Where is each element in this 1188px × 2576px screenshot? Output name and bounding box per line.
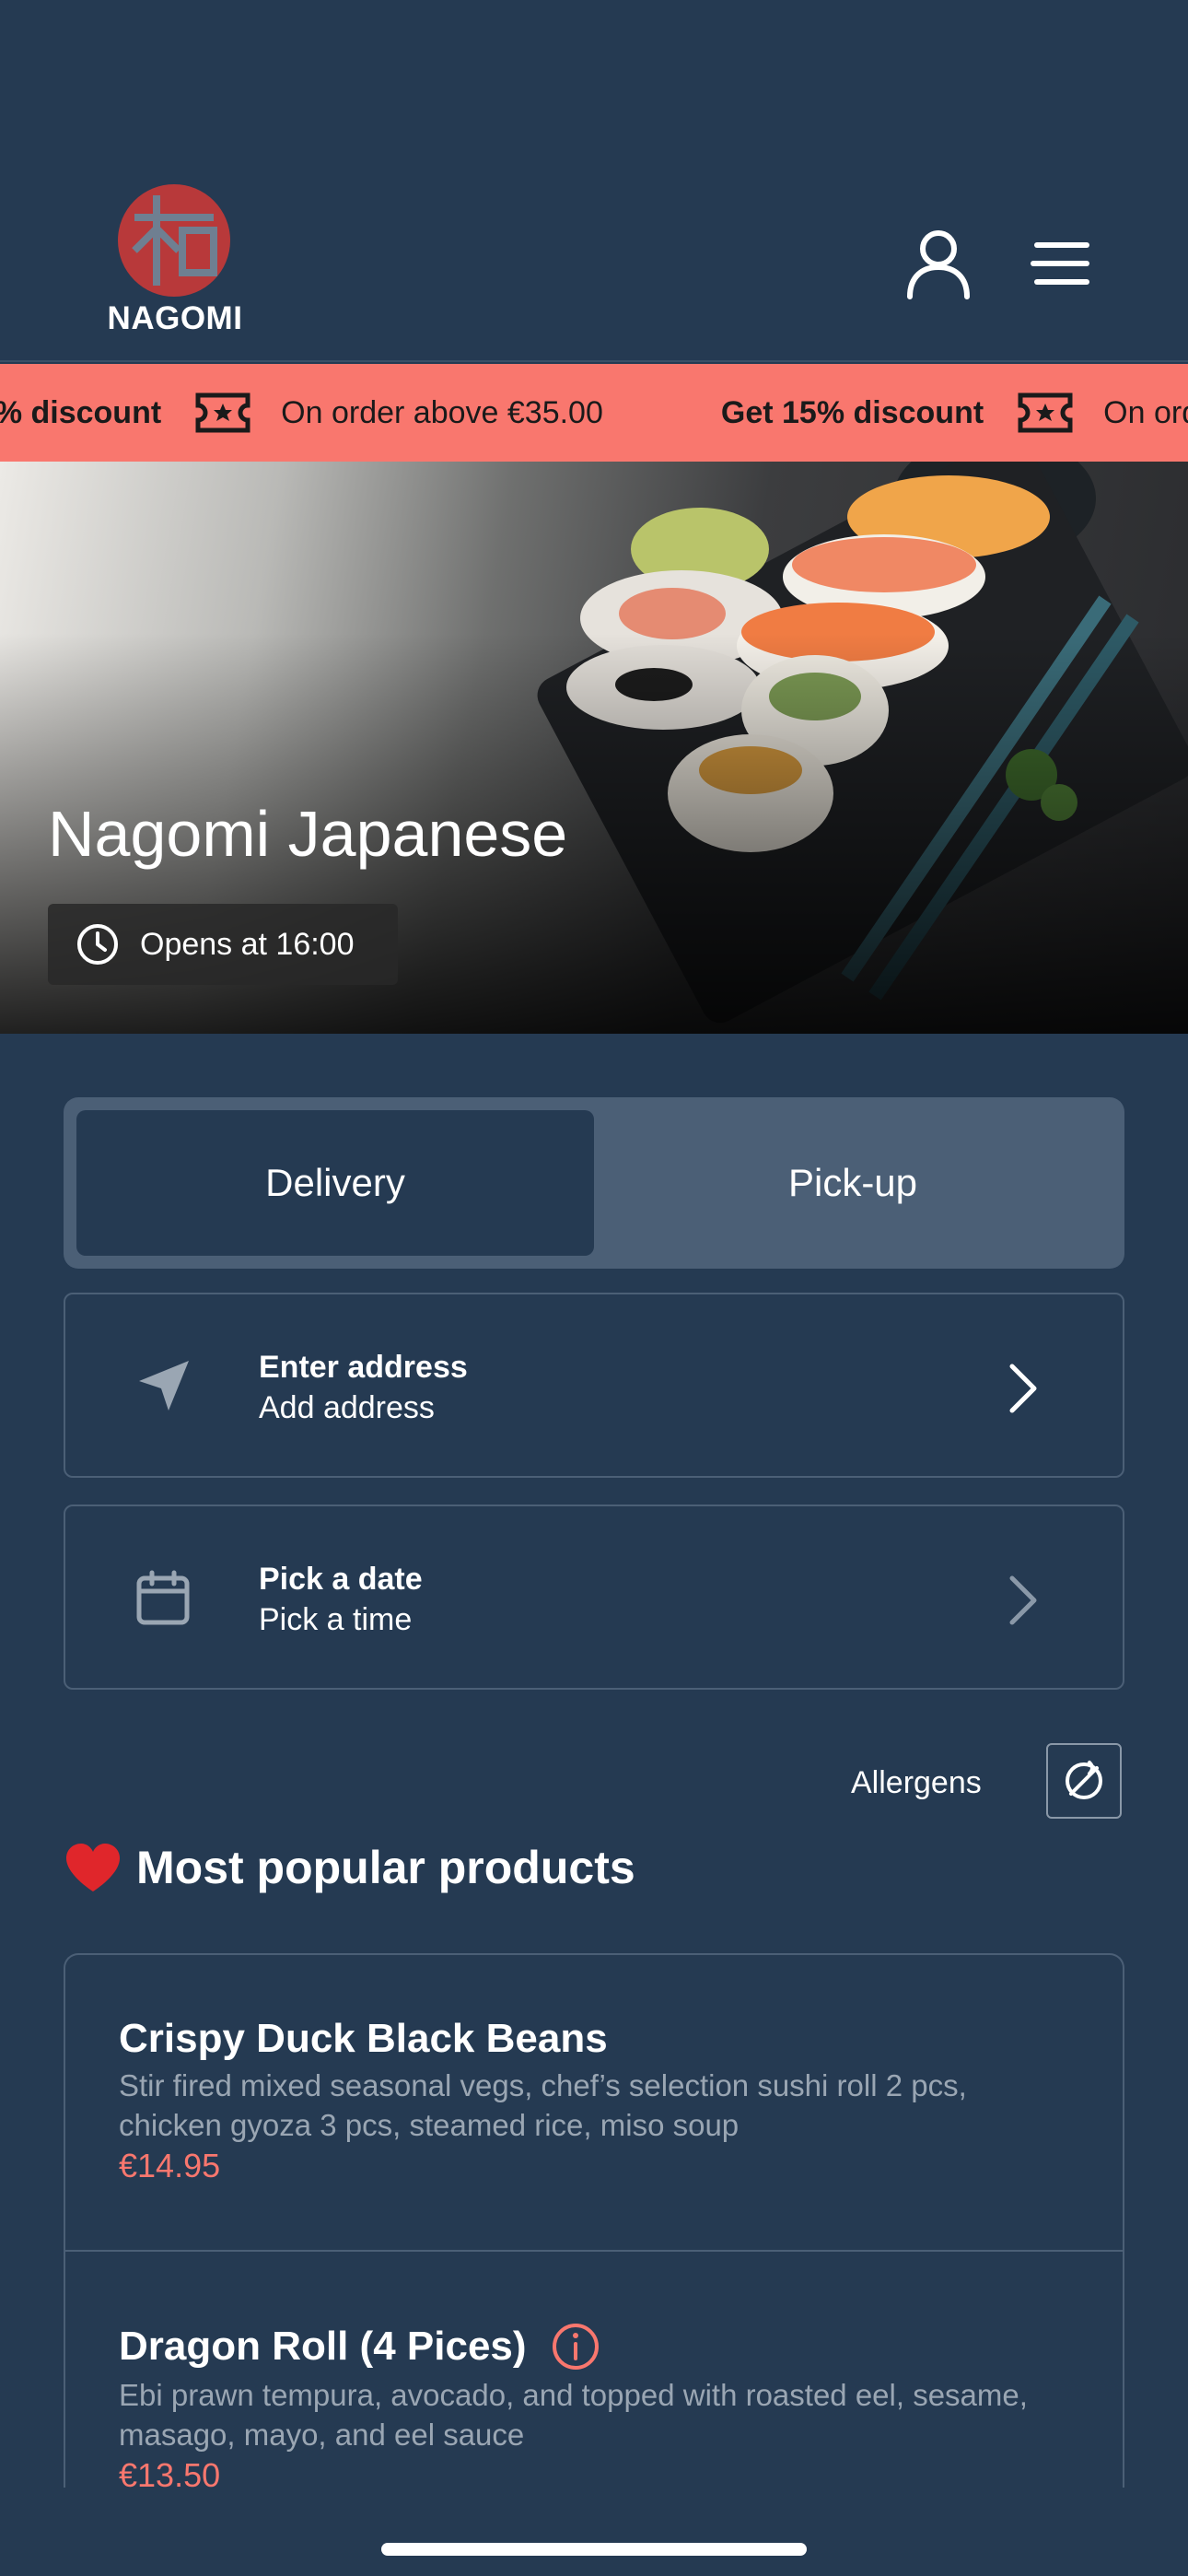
product-list: Crispy Duck Black Beans Stir fired mixed… [64,1953,1124,2488]
chevron-right-icon [1009,1364,1037,1413]
allergens-label: Allergens [851,1765,982,1800]
address-card-subtitle: Add address [259,1390,435,1425]
ticket-icon [1018,392,1073,433]
ticket-icon [195,392,250,433]
home-indicator[interactable] [381,2543,807,2556]
date-card-subtitle: Pick a time [259,1602,413,1637]
popular-products-heading: Most popular products [64,1841,635,1894]
opening-hours-text: Opens at 16:00 [140,926,355,962]
popular-products-title: Most popular products [136,1842,635,1893]
product-name-text: Crispy Duck Black Beans [119,2016,608,2061]
restaurant-name: Nagomi Japanese [48,798,568,870]
allergens-filter-button[interactable] [1046,1743,1122,1819]
enter-address-button[interactable]: Enter address Add address [64,1293,1124,1478]
hamburger-menu-icon[interactable] [1030,238,1094,289]
promo-bold-text: 15% discount [0,394,162,430]
info-icon[interactable] [551,2322,600,2371]
opening-hours-badge: Opens at 16:00 [48,904,398,985]
heart-icon [66,1844,120,1891]
logo-emblem-icon [118,184,230,297]
tab-delivery[interactable]: Delivery [76,1110,594,1256]
product-description: Stir fired mixed seasonal vegs, chef’s s… [119,2068,967,2142]
date-card-title: Pick a date [259,1562,423,1597]
product-price: €13.50 [119,2456,221,2488]
promo-bold-text: Get 15% discount [720,394,984,430]
tab-pickup[interactable]: Pick-up [594,1110,1112,1256]
app-header: NAGOMI [0,0,1188,362]
no-allergens-icon [1066,1761,1102,1799]
product-price: €14.95 [119,2147,221,2184]
nagomi-logo[interactable]: NAGOMI [101,182,249,339]
navigation-arrow-icon [139,1361,189,1411]
product-name: Crispy Duck Black Beans [119,2016,1069,2062]
calendar-icon [136,1570,190,1625]
account-icon[interactable] [901,225,976,300]
promo-regular-text: On order above €35.00 [1103,394,1188,430]
logo-wordmark: NAGOMI [107,300,243,336]
product-name: Dragon Roll (4 Pices) [119,2322,1069,2371]
clock-icon [77,924,118,965]
promo-regular-text: On order above €35.00 [281,394,603,430]
restaurant-hero: Nagomi Japanese Opens at 16:00 [0,462,1188,1034]
address-card-title: Enter address [259,1350,468,1385]
product-name-text: Dragon Roll (4 Pices) [119,2324,527,2369]
product-card[interactable]: Dragon Roll (4 Pices) Ebi prawn tempura,… [65,2252,1123,2488]
product-description: Ebi prawn tempura, avocado, and topped w… [119,2378,1028,2452]
pick-date-button[interactable]: Pick a date Pick a time [64,1505,1124,1690]
chevron-right-icon [1009,1575,1037,1625]
product-card[interactable]: Crispy Duck Black Beans Stir fired mixed… [65,2016,1123,2252]
order-type-toggle: Delivery Pick-up [64,1097,1124,1269]
promo-banner: 15% discount On order above €35.00 Get 1… [0,364,1188,462]
